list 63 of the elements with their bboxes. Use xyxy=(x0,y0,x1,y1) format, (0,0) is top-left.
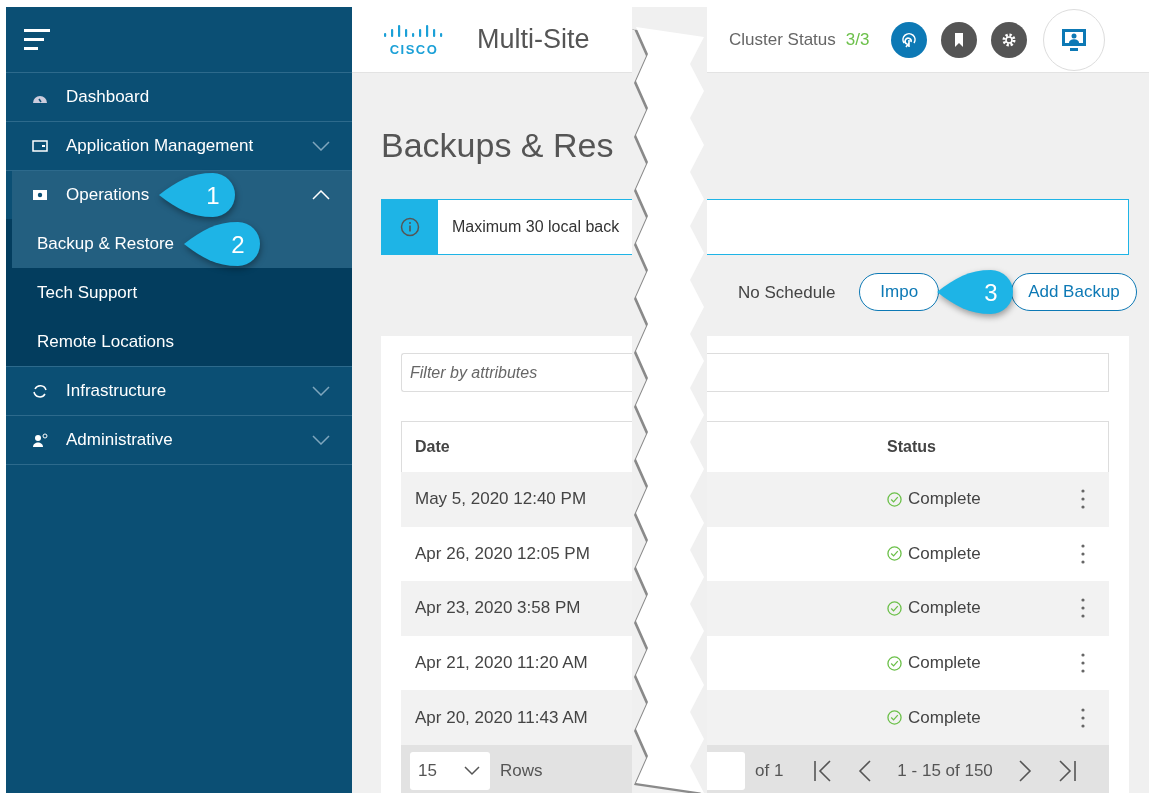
cluster-status-value: 3/3 xyxy=(845,29,870,50)
more-options-icon[interactable] xyxy=(1080,488,1086,511)
submenu-item[interactable]: Backup & Restore 2 xyxy=(12,219,352,268)
filter-field[interactable]: Filter by attributes xyxy=(401,353,632,392)
status-text: Complete xyxy=(908,653,981,674)
app-title: Multi-Site xyxy=(477,24,590,55)
column-header: Status xyxy=(887,438,936,456)
status-text: Complete xyxy=(908,707,981,728)
menu-icon[interactable] xyxy=(24,28,50,51)
user-gear-icon xyxy=(32,433,48,447)
step-callout: 2 xyxy=(182,219,262,268)
chevron-down-icon xyxy=(312,141,330,151)
window-icon xyxy=(32,139,48,153)
table-cell: Apr 23, 2020 3:58 PM xyxy=(415,598,581,619)
chevron-up-icon xyxy=(312,190,330,200)
check-circle-icon xyxy=(887,655,902,671)
page-input-field[interactable] xyxy=(707,752,745,791)
fingerprint-button[interactable] xyxy=(891,21,928,58)
status-text: Complete xyxy=(908,489,981,510)
info-icon xyxy=(400,217,420,237)
check-circle-icon xyxy=(887,546,902,562)
page-count: of 1 xyxy=(755,761,784,782)
submenu-item[interactable]: Tech Support xyxy=(6,268,352,317)
page-title: Backups & Res xyxy=(381,125,614,165)
page-size-select[interactable]: 15 xyxy=(410,752,490,791)
table-cell: Apr 20, 2020 11:43 AM xyxy=(415,707,588,728)
schedule-text: No Schedule xyxy=(738,283,836,303)
status-text: Complete xyxy=(908,598,981,619)
check-circle-icon xyxy=(887,601,902,616)
first-page-icon[interactable] xyxy=(813,759,834,784)
check-circle-icon xyxy=(887,491,902,507)
more-options-icon[interactable] xyxy=(1080,706,1086,729)
fingerprint-icon xyxy=(900,30,919,49)
monitor-user-icon[interactable] xyxy=(1060,26,1089,53)
import-button[interactable]: Impo xyxy=(859,273,940,311)
bookmark-button[interactable] xyxy=(941,21,978,58)
column-header: Date xyxy=(401,421,632,472)
more-options-icon[interactable] xyxy=(1080,597,1086,620)
chevron-down-icon xyxy=(464,766,480,777)
submenu-item[interactable]: Remote Locations xyxy=(6,317,352,366)
camera-icon xyxy=(32,188,48,202)
settings-button[interactable] xyxy=(991,21,1028,58)
cluster-status-label: Cluster Status xyxy=(729,29,836,50)
chevron-down-icon xyxy=(312,435,330,445)
add-backup-button[interactable]: Add Backup xyxy=(1011,273,1137,311)
table-cell: Apr 21, 2020 11:20 AM xyxy=(415,653,588,674)
info-text: Maximum 30 local back xyxy=(451,218,620,236)
rows-label: Rows xyxy=(500,761,543,782)
table-cell: May 5, 2020 12:40 PM xyxy=(415,489,587,510)
cisco-logo: CISCO xyxy=(381,22,447,57)
sidebar-item[interactable]: Infrastructure xyxy=(6,367,352,416)
more-options-icon[interactable] xyxy=(1080,652,1086,675)
step-callout: 1 xyxy=(157,171,238,219)
status-text: Complete xyxy=(908,543,981,564)
refresh-icon xyxy=(32,384,48,398)
more-options-icon[interactable] xyxy=(1080,542,1086,565)
sidebar-item[interactable]: Operations 1 xyxy=(12,171,352,219)
chevron-down-icon xyxy=(312,386,330,396)
last-page-icon[interactable] xyxy=(1056,759,1077,784)
page-range: 1 - 15 of 150 xyxy=(897,761,993,782)
sidebar-item[interactable]: Administrative xyxy=(6,416,352,465)
check-circle-icon xyxy=(887,710,902,726)
table-cell: Apr 26, 2020 12:05 PM xyxy=(415,543,590,564)
